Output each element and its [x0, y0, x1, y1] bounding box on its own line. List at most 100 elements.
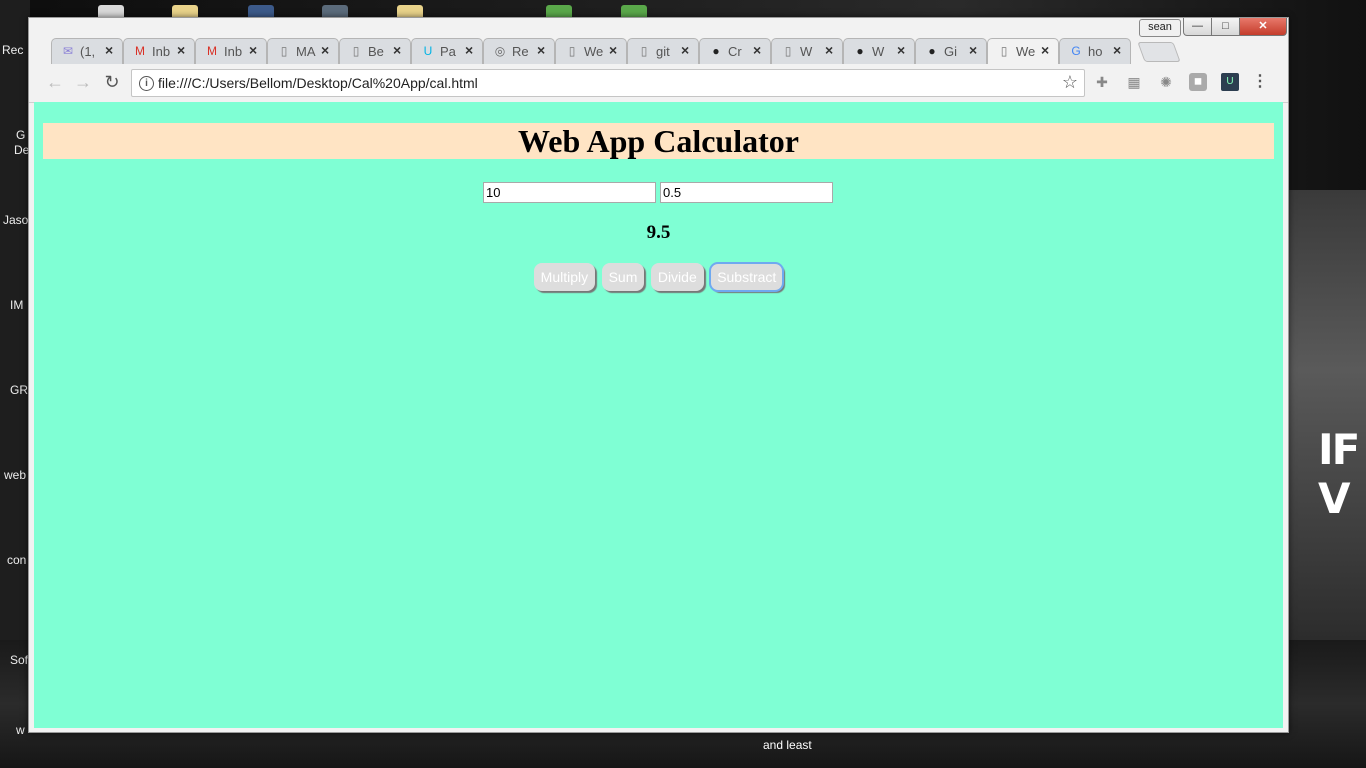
info-icon[interactable]: i — [139, 76, 154, 91]
browser-tab[interactable]: ▯ We × — [555, 38, 627, 64]
divide-button[interactable]: Divide — [650, 263, 704, 291]
browser-tab[interactable]: M Inb × — [123, 38, 195, 64]
tab-close-icon[interactable]: × — [177, 42, 185, 58]
tab-close-icon[interactable]: × — [537, 42, 545, 58]
browser-tab[interactable]: ▯ We × — [987, 38, 1059, 65]
address-url[interactable]: file:///C:/Users/Bellom/Desktop/Cal%20Ap… — [158, 75, 478, 91]
minimize-button[interactable]: — — [1183, 18, 1212, 36]
browser-tab[interactable]: ● W × — [843, 38, 915, 64]
tab-close-icon[interactable]: × — [249, 42, 257, 58]
tab-close-icon[interactable]: × — [1041, 42, 1049, 58]
tab-close-icon[interactable]: × — [105, 42, 113, 58]
result-display: 9.5 — [646, 222, 671, 243]
browser-tab[interactable]: ◎ Re × — [483, 38, 555, 64]
puzzle-extension-icon[interactable]: ✚ — [1093, 73, 1111, 91]
forward-arrow-icon[interactable]: → — [73, 72, 93, 92]
tab-close-icon[interactable]: × — [1113, 42, 1121, 58]
browser-tab[interactable]: M Inb × — [195, 38, 267, 64]
dark-extension-icon[interactable]: U — [1221, 73, 1239, 91]
tab-close-icon[interactable]: × — [825, 42, 833, 58]
wallpaper-caption: IF V — [1318, 425, 1360, 523]
tab-close-icon[interactable]: × — [465, 42, 473, 58]
page-title: Web App Calculator — [518, 123, 799, 159]
browser-tab[interactable]: ✉ (1, × — [51, 38, 123, 64]
qr-code-extension-icon[interactable]: ▦ — [1125, 73, 1143, 91]
udacity-icon: U — [423, 44, 433, 58]
browser-tab[interactable]: Gho × — [1059, 38, 1131, 64]
wallpaper-laptop — [1288, 190, 1366, 640]
tab-label: git — [656, 44, 670, 59]
tab-close-icon[interactable]: × — [321, 42, 329, 58]
tab-close-icon[interactable]: × — [609, 42, 617, 58]
tab-label: Gi — [944, 44, 957, 59]
tab-label: ho — [1088, 44, 1103, 59]
desktop-label[interactable]: Jaso — [3, 213, 28, 227]
first-number-input[interactable] — [483, 182, 656, 203]
github-icon: ● — [856, 44, 864, 58]
substract-button[interactable]: Substract — [709, 262, 785, 292]
multiply-button[interactable]: Multiply — [533, 263, 596, 291]
desktop-label[interactable]: G — [16, 128, 25, 142]
tab-label: (1, — [80, 44, 96, 59]
desktop-label[interactable]: web — [4, 468, 26, 482]
tab-close-icon[interactable]: × — [393, 42, 401, 58]
google-icon: G — [1071, 44, 1081, 58]
address-bar[interactable]: i file:///C:/Users/Bellom/Desktop/Cal%20… — [131, 69, 1085, 97]
mail-icon: ✉ — [62, 44, 74, 58]
second-number-input[interactable] — [660, 182, 833, 203]
tab-close-icon[interactable]: × — [897, 42, 905, 58]
page-icon: ▯ — [1000, 44, 1008, 58]
tab-label: Pa — [440, 44, 456, 59]
page-icon: ▯ — [640, 44, 648, 58]
close-window-button[interactable]: ✕ — [1239, 18, 1287, 36]
tab-label: Inb — [224, 44, 243, 59]
tab-label: We — [584, 44, 604, 59]
tab-close-icon[interactable]: × — [969, 42, 977, 58]
wallpaper-text: and least — [763, 738, 812, 752]
desktop-label[interactable]: Rec — [2, 43, 23, 57]
tab-close-icon[interactable]: × — [753, 42, 761, 58]
desktop-label[interactable]: Sof — [10, 653, 28, 667]
page-viewport: Web App Calculator 9.5 Multiply Sum Divi… — [34, 102, 1283, 728]
new-tab-button[interactable] — [1137, 42, 1181, 62]
browser-tab[interactable]: ● Cr × — [699, 38, 771, 64]
desktop-label[interactable]: w — [16, 723, 25, 737]
gmail-icon: M — [207, 44, 217, 58]
page-icon: ▯ — [568, 44, 576, 58]
browser-tab[interactable]: ▯ Be × — [339, 38, 411, 64]
browser-tab[interactable]: ● Gi × — [915, 38, 987, 64]
browser-tab[interactable]: ▯ W × — [771, 38, 843, 64]
browser-tab[interactable]: U Pa × — [411, 38, 483, 64]
tab-label: W — [800, 44, 813, 59]
sum-button[interactable]: Sum — [601, 263, 645, 291]
gmail-icon: M — [135, 44, 145, 58]
heading-bar: Web App Calculator — [43, 123, 1274, 159]
desktop-label[interactable]: GR — [10, 383, 28, 397]
react-devtools-icon[interactable]: ✺ — [1157, 73, 1175, 91]
extension-square-icon[interactable]: ◼ — [1189, 73, 1207, 91]
bookmark-star-icon[interactable]: ☆ — [1062, 72, 1078, 93]
profile-button[interactable]: sean — [1139, 19, 1181, 37]
tab-label: MA — [296, 44, 316, 59]
title-bar[interactable]: sean — □ ✕ — [29, 18, 1288, 37]
tab-label: Cr — [728, 44, 742, 59]
browser-tab[interactable]: ▯ MA × — [267, 38, 339, 64]
maximize-button[interactable]: □ — [1211, 18, 1240, 36]
back-arrow-icon[interactable]: ← — [45, 72, 65, 92]
tab-label: W — [872, 44, 885, 59]
desktop-label[interactable]: con — [7, 553, 26, 567]
page-icon: ▯ — [784, 44, 792, 58]
tab-close-icon[interactable]: × — [681, 42, 689, 58]
page-icon: ▯ — [280, 44, 288, 58]
swirl-icon: ◎ — [494, 44, 506, 58]
browser-window: sean — □ ✕ ✉ (1, × M Inb × M Inb × ▯ MA × ▯ Be × U Pa × ◎ R… — [28, 17, 1289, 733]
github-icon: ● — [928, 44, 936, 58]
desktop-label[interactable]: IM — [10, 298, 23, 312]
reload-icon[interactable]: ↻ — [102, 72, 122, 92]
tab-label: Re — [512, 44, 529, 59]
menu-kebab-icon[interactable]: ⋮ — [1251, 73, 1269, 91]
tab-label: We — [1016, 44, 1036, 59]
operation-buttons: Multiply Sum Divide Substract — [34, 262, 1283, 292]
tab-label: Inb — [152, 44, 171, 59]
browser-tab[interactable]: ▯ git × — [627, 38, 699, 64]
